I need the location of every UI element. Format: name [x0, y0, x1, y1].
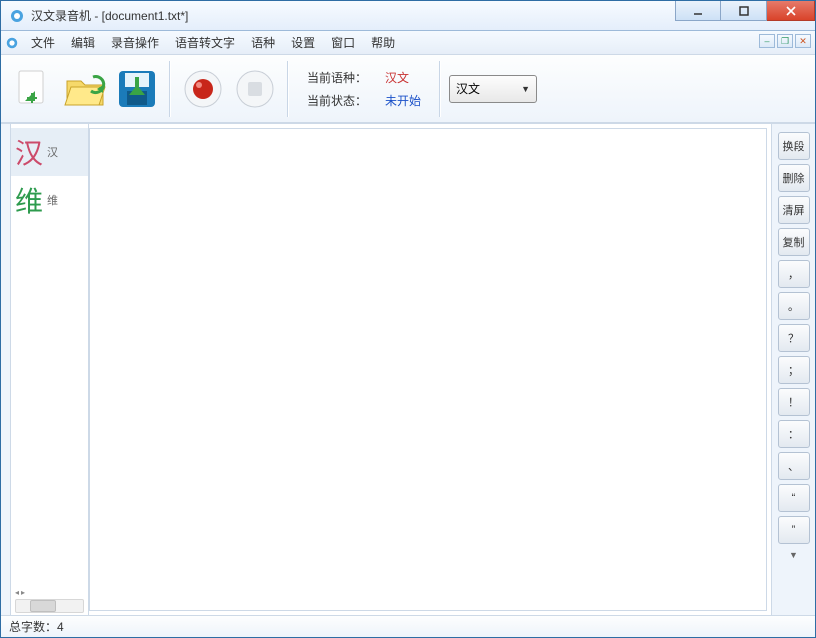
mdi-restore-button[interactable]: ❐ [777, 34, 793, 48]
menu-lang[interactable]: 语种 [243, 31, 283, 54]
rbtn-question[interactable]: ？ [778, 324, 810, 352]
main-area: 汉 汉 维 维 ◂▸ 换段 删除 清屏 复制 ， 。 ？ ； ！ ： 、 “ ”… [1, 123, 815, 615]
menu-record[interactable]: 录音操作 [103, 31, 167, 54]
overflow-down-icon[interactable]: ▼ [789, 550, 798, 560]
mdi-controls: ‒ ❐ ✕ [759, 34, 811, 48]
status-bar: 总字数： 4 [1, 615, 815, 637]
scrollbar-thumb[interactable] [30, 600, 56, 612]
lang-tab-wei[interactable]: 维 维 [11, 176, 88, 224]
status-block: 当前语种： 汉文 当前状态： 未开始 [297, 69, 431, 109]
menu-icon [5, 36, 19, 50]
window-controls [675, 1, 815, 21]
rbtn-newpara[interactable]: 换段 [778, 132, 810, 160]
rbtn-rquote[interactable]: ” [778, 516, 810, 544]
title-bar: 汉文录音机 - [document1.txt*] [1, 1, 815, 31]
toolbar-separator-2 [287, 61, 289, 117]
menu-file[interactable]: 文件 [23, 31, 63, 54]
record-button[interactable] [179, 65, 227, 113]
menu-help[interactable]: 帮助 [363, 31, 403, 54]
current-lang-value: 汉文 [385, 69, 409, 86]
rbtn-dun[interactable]: 、 [778, 452, 810, 480]
menu-window[interactable]: 窗口 [323, 31, 363, 54]
rbtn-clear[interactable]: 清屏 [778, 196, 810, 224]
text-editor[interactable] [89, 128, 767, 611]
lang-combo[interactable]: 汉文 ▼ [449, 75, 537, 103]
right-toolbar: 换段 删除 清屏 复制 ， 。 ？ ； ！ ： 、 “ ” ▼ [771, 124, 815, 615]
rbtn-delete[interactable]: 删除 [778, 164, 810, 192]
wordcount-value: 4 [57, 620, 64, 634]
mdi-minimize-button[interactable]: ‒ [759, 34, 775, 48]
new-file-button[interactable] [9, 65, 57, 113]
window: 汉文录音机 - [document1.txt*] 文件 编辑 录音操作 语音转文… [0, 0, 816, 638]
lang-tab-small: 维 [47, 192, 58, 208]
lang-panel: 汉 汉 维 维 ◂▸ [11, 124, 89, 615]
rbtn-comma[interactable]: ， [778, 260, 810, 288]
menu-bar: 文件 编辑 录音操作 语音转文字 语种 设置 窗口 帮助 ‒ ❐ ✕ [1, 31, 815, 55]
chevron-down-icon: ▼ [521, 84, 530, 94]
rbtn-exclaim[interactable]: ！ [778, 388, 810, 416]
rbtn-colon[interactable]: ： [778, 420, 810, 448]
menu-edit[interactable]: 编辑 [63, 31, 103, 54]
wordcount-label: 总字数： [9, 618, 57, 635]
stop-button[interactable] [231, 65, 279, 113]
toolbar: 当前语种： 汉文 当前状态： 未开始 汉文 ▼ [1, 55, 815, 123]
rbtn-copy[interactable]: 复制 [778, 228, 810, 256]
panel-arrows: ◂▸ [15, 588, 25, 597]
current-lang-label: 当前语种： [307, 69, 367, 86]
lang-combo-value: 汉文 [456, 80, 480, 97]
lang-tab-small: 汉 [47, 144, 58, 160]
close-button[interactable] [767, 1, 815, 21]
window-title: 汉文录音机 - [document1.txt*] [31, 7, 188, 24]
lang-tab-big: 维 [15, 180, 43, 220]
minimize-button[interactable] [675, 1, 721, 21]
toolbar-separator [169, 61, 171, 117]
open-folder-button[interactable] [61, 65, 109, 113]
mdi-close-button[interactable]: ✕ [795, 34, 811, 48]
lang-tab-han[interactable]: 汉 汉 [11, 128, 88, 176]
menu-speech[interactable]: 语音转文字 [167, 31, 243, 54]
current-state-value: 未开始 [385, 92, 421, 109]
lang-panel-scrollbar[interactable] [15, 599, 84, 613]
current-state-label: 当前状态： [307, 92, 367, 109]
lang-tab-big: 汉 [15, 132, 43, 172]
toolbar-separator-3 [439, 61, 441, 117]
app-icon [9, 8, 25, 24]
rbtn-period[interactable]: 。 [778, 292, 810, 320]
left-gutter [1, 124, 11, 615]
save-button[interactable] [113, 65, 161, 113]
maximize-button[interactable] [721, 1, 767, 21]
menu-settings[interactable]: 设置 [283, 31, 323, 54]
rbtn-semicolon[interactable]: ； [778, 356, 810, 384]
rbtn-lquote[interactable]: “ [778, 484, 810, 512]
